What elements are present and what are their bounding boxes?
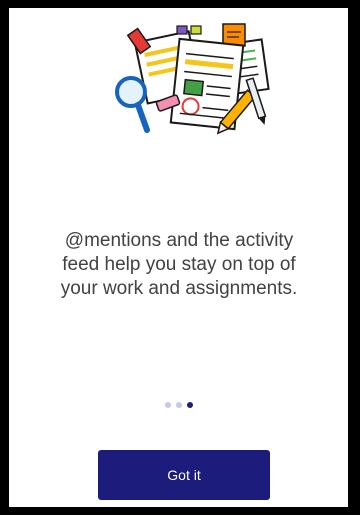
page-dot-3-active (186, 402, 193, 408)
page-dot-2 (175, 402, 182, 408)
onboarding-screen: @mentions and the activity feed help you… (9, 8, 348, 507)
page-indicator (9, 402, 348, 408)
got-it-button[interactable]: Got it (98, 450, 270, 500)
page-dot-1 (164, 402, 171, 408)
onboarding-message: @mentions and the activity feed help you… (60, 230, 298, 299)
documents-illustration-icon (115, 23, 270, 135)
